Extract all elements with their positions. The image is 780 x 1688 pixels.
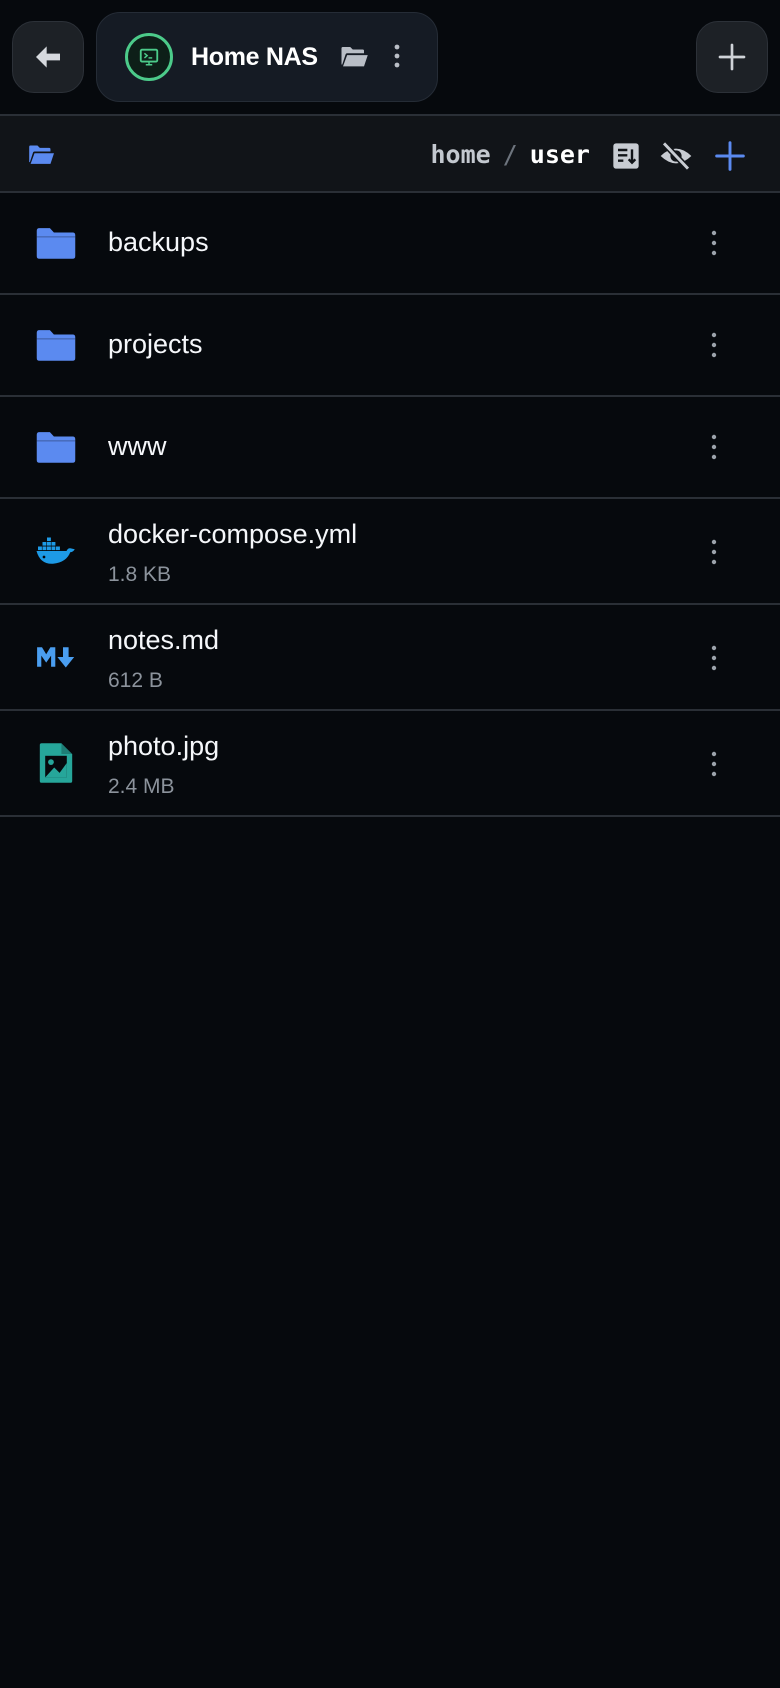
top-bar: Home NAS <box>0 0 780 114</box>
file-row-notes[interactable]: notes.md 612 B <box>0 605 780 711</box>
file-name: projects <box>108 329 203 359</box>
row-more-button[interactable] <box>702 532 726 572</box>
folder-open-icon <box>341 47 368 67</box>
file-row-photo[interactable]: photo.jpg 2.4 MB <box>0 711 780 817</box>
session-tab[interactable]: Home NAS <box>96 12 438 102</box>
file-name: notes.md <box>108 625 220 655</box>
plus-icon <box>715 141 745 171</box>
file-row-backups[interactable]: backups <box>0 193 780 295</box>
sort-button[interactable] <box>608 138 644 174</box>
more-vert-icon <box>711 645 717 671</box>
plus-icon <box>718 43 746 71</box>
file-name: photo.jpg <box>108 731 220 761</box>
folder-icon <box>32 219 80 267</box>
session-more-button[interactable] <box>393 43 401 76</box>
back-button[interactable] <box>12 21 84 93</box>
more-vert-icon <box>711 230 717 256</box>
folder-icon <box>32 423 80 471</box>
file-size: 1.8 KB <box>108 563 172 586</box>
session-files-button[interactable] <box>339 43 369 76</box>
file-name: docker-compose.yml <box>108 519 358 549</box>
file-row-www[interactable]: www <box>0 397 780 499</box>
eye-off-icon <box>660 141 692 171</box>
file-name: www <box>108 431 167 461</box>
terminal-icon <box>139 48 159 66</box>
breadcrumb-home[interactable]: home <box>431 140 491 169</box>
breadcrumb-separator: / <box>502 140 518 169</box>
add-tab-button[interactable] <box>696 21 768 93</box>
file-row-docker-compose[interactable]: docker-compose.yml 1.8 KB <box>0 499 780 605</box>
root-folder-button[interactable] <box>26 142 56 173</box>
row-more-button[interactable] <box>702 325 726 365</box>
file-size: 2.4 MB <box>108 775 175 798</box>
file-list: backups projects www docker-compose.yml … <box>0 193 780 817</box>
breadcrumb-user[interactable]: user <box>530 140 590 169</box>
row-more-button[interactable] <box>702 223 726 263</box>
more-vert-icon <box>394 44 400 68</box>
folder-open-icon <box>29 145 54 164</box>
sort-icon <box>613 143 639 169</box>
file-size: 612 B <box>108 669 163 692</box>
file-name: backups <box>108 227 209 257</box>
breadcrumb: home / user <box>431 140 591 169</box>
row-more-button[interactable] <box>702 638 726 678</box>
row-more-button[interactable] <box>702 427 726 467</box>
more-vert-icon <box>711 434 717 460</box>
toggle-hidden-button[interactable] <box>658 138 694 174</box>
folder-icon <box>32 321 80 369</box>
image-file-icon <box>32 739 80 787</box>
row-more-button[interactable] <box>702 744 726 784</box>
docker-icon <box>32 527 80 575</box>
session-title: Home NAS <box>191 43 318 71</box>
new-item-button[interactable] <box>712 138 748 174</box>
markdown-icon <box>32 633 80 681</box>
file-row-projects[interactable]: projects <box>0 295 780 397</box>
more-vert-icon <box>711 332 717 358</box>
more-vert-icon <box>711 751 717 777</box>
arrow-left-icon <box>36 46 60 68</box>
more-vert-icon <box>711 539 717 565</box>
path-bar: home / user <box>0 114 780 193</box>
session-avatar <box>125 33 173 81</box>
